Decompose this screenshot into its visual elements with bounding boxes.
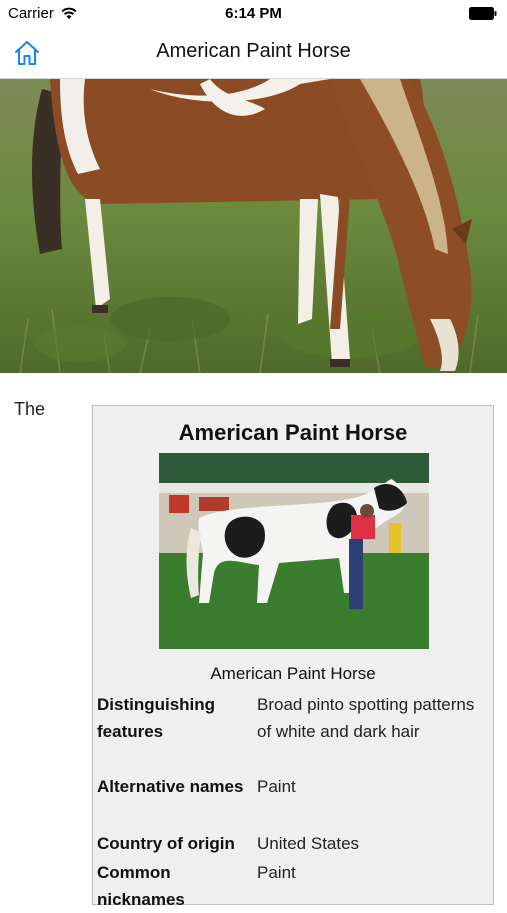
infobox-row-label: Alternative names — [97, 777, 244, 796]
infobox-row-value: Paint — [257, 777, 296, 796]
infobox-image-caption: American Paint Horse — [210, 664, 376, 683]
infobox-row-label: Common nicknames — [97, 863, 185, 909]
navigation-bar: American Paint Horse — [0, 28, 507, 79]
infobox-row-value: United States — [257, 834, 360, 853]
hero-horse-image — [0, 79, 507, 373]
infobox-row-value: Broad pinto spotting patterns of white a… — [257, 695, 475, 741]
article-intro-text: The — [14, 399, 46, 419]
infobox-row-value: Paint — [257, 863, 296, 882]
infobox-row-label: Distinguishing features — [97, 695, 216, 741]
infobox: American Paint Horse American Paint Hors… — [92, 405, 494, 909]
page-title: American Paint Horse — [156, 40, 351, 62]
infobox-title: American Paint Horse — [178, 420, 408, 445]
battery-icon — [469, 7, 497, 20]
infobox-row-label: Country of origin — [97, 834, 235, 853]
clock: 6:14 PM — [225, 5, 282, 22]
status-bar: Carrier 6:14 PM — [0, 0, 507, 28]
infobox-horse-photo — [159, 453, 429, 649]
